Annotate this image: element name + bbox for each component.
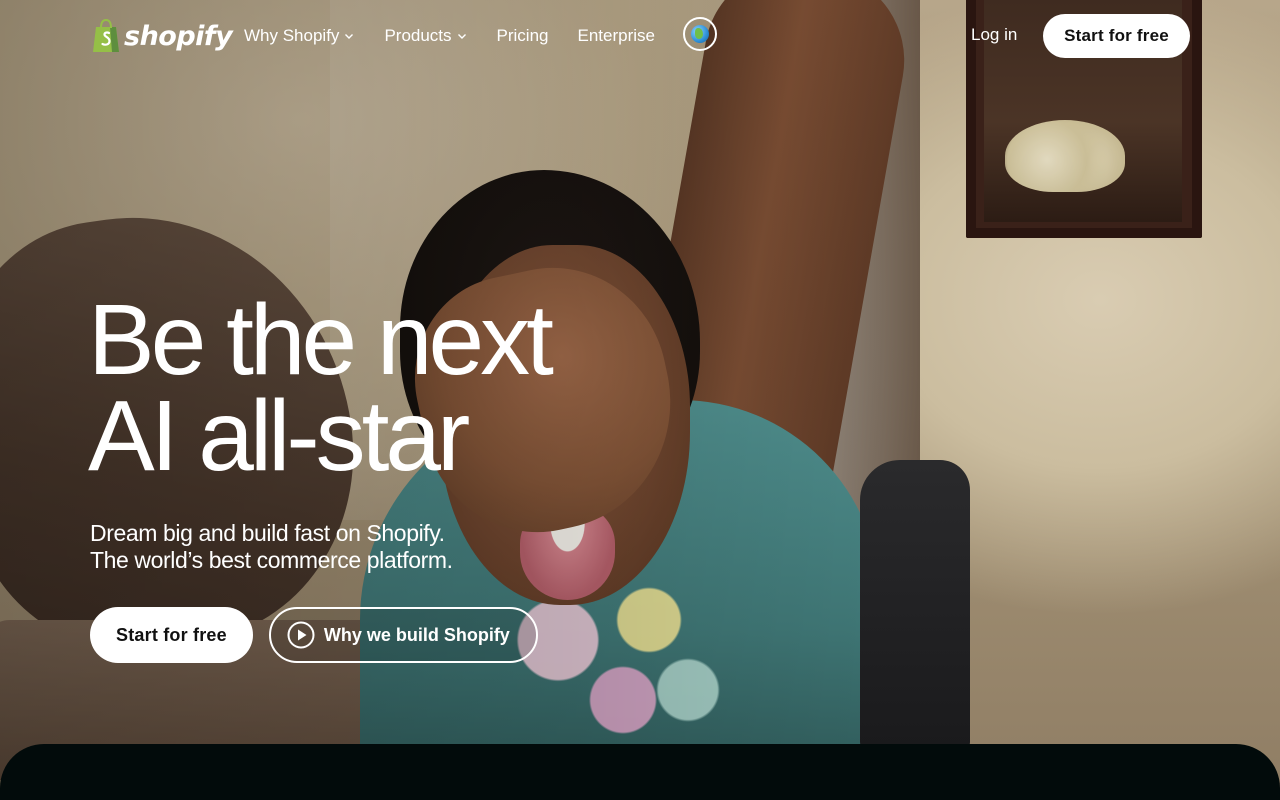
nav-item-pricing[interactable]: Pricing <box>497 26 549 46</box>
hero-actions: Start for free Why we build Shopify <box>90 607 538 663</box>
why-we-build-label: Why we build Shopify <box>323 624 510 645</box>
logo-wordmark: shopify <box>124 20 233 52</box>
nav-start-free-button[interactable]: Start for free <box>1043 14 1190 58</box>
hero-title: Be the next AI all-star <box>88 284 808 492</box>
chevron-down-icon <box>345 34 354 39</box>
hero-title-line: AI all-star <box>88 380 470 492</box>
shopify-logo[interactable]: shopify <box>90 16 233 56</box>
why-we-build-button[interactable]: Why we build Shopify <box>268 607 538 663</box>
nav-item-label: Pricing <box>496 26 549 45</box>
nav-item-enterprise[interactable]: Enterprise <box>578 26 655 46</box>
nav-item-why-shopify[interactable]: Why Shopify <box>244 26 355 46</box>
hero-subtitle-line: The world’s best commerce platform. <box>90 547 453 573</box>
top-navigation: shopify Why Shopify Products Pricing Ent… <box>0 0 1280 72</box>
nav-item-products[interactable]: Products <box>384 26 467 46</box>
next-section-band <box>0 744 1280 800</box>
play-circle-icon <box>287 621 315 649</box>
page: shopify Why Shopify Products Pricing Ent… <box>0 0 1280 800</box>
hero-start-free-button[interactable]: Start for free <box>90 607 253 663</box>
nav-item-label: Enterprise <box>577 26 655 45</box>
region-selector-button[interactable] <box>683 17 717 51</box>
primary-nav: Why Shopify Products Pricing Enterprise <box>244 22 684 50</box>
hero-subtitle-line: Dream big and build fast on Shopify. <box>90 520 445 546</box>
globe-icon <box>691 25 709 43</box>
shopify-bag-icon <box>93 18 119 52</box>
nav-item-label: Products <box>384 26 452 45</box>
hero-subtitle: Dream big and build fast on Shopify. The… <box>90 520 690 574</box>
login-link[interactable]: Log in <box>971 25 1017 45</box>
hero-title-line: Be the next <box>88 284 554 396</box>
chevron-down-icon <box>457 34 466 39</box>
nav-item-label: Why Shopify <box>244 26 340 45</box>
